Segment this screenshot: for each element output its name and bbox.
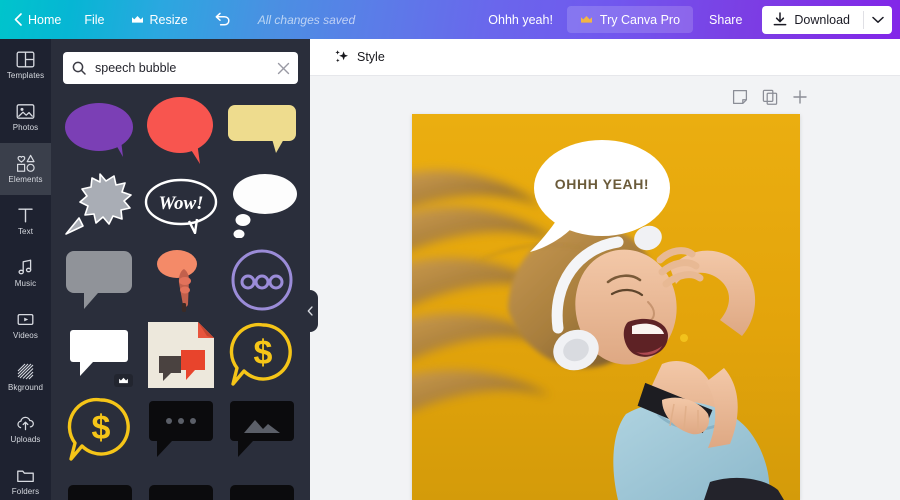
element-wow-outline-speech-bubble[interactable]: Wow! xyxy=(143,170,219,239)
element-label: Wow! xyxy=(158,193,203,214)
element-white-thought-cloud-bubble[interactable] xyxy=(225,170,299,239)
undo-button[interactable] xyxy=(201,0,244,39)
sidebar-item-templates[interactable]: Templates xyxy=(0,39,51,91)
folders-icon xyxy=(16,466,35,485)
element-black-partial-bubble-b[interactable] xyxy=(143,470,219,500)
duplicate-page-icon[interactable] xyxy=(762,89,778,105)
elements-icon xyxy=(16,154,36,173)
sidebar-item-label: Templates xyxy=(6,71,45,80)
top-toolbar-right: Ohhh yeah! Try Canva Pro Share Download xyxy=(474,0,900,39)
download-group: Download xyxy=(762,5,892,34)
crown-icon xyxy=(580,15,593,25)
sidebar-item-videos[interactable]: Videos xyxy=(0,299,51,351)
photos-icon xyxy=(16,102,35,121)
text-icon xyxy=(16,206,35,225)
element-red-round-speech-bubble[interactable] xyxy=(143,95,219,164)
templates-icon xyxy=(16,50,35,69)
style-button[interactable]: Style xyxy=(328,45,391,69)
download-label: Download xyxy=(794,12,850,27)
search-area xyxy=(51,39,310,93)
chevron-left-icon xyxy=(14,13,22,26)
try-canva-pro-label: Try Canva Pro xyxy=(599,12,681,27)
style-toolbar: Style xyxy=(310,39,900,76)
crown-icon xyxy=(119,377,128,383)
left-rail: Templates Photos Elements Text Music Vid… xyxy=(0,39,51,500)
element-gray-starburst-speech-bubble[interactable] xyxy=(63,170,137,239)
element-purple-circle-three-dots-bubble[interactable] xyxy=(225,245,299,314)
sidebar-item-uploads[interactable]: Uploads xyxy=(0,403,51,455)
element-purple-oval-speech-bubble[interactable] xyxy=(63,95,137,164)
sidebar-item-photos[interactable]: Photos xyxy=(0,91,51,143)
background-icon xyxy=(16,362,35,381)
top-toolbar: Home File Resize All changes saved Ohhh … xyxy=(0,0,900,39)
element-yellow-dollar-filled-bubble[interactable]: $ xyxy=(63,395,137,464)
canvas-page-tools xyxy=(732,89,808,105)
style-label: Style xyxy=(357,50,385,64)
videos-icon xyxy=(16,310,35,329)
sidebar-item-label: Photos xyxy=(12,123,39,132)
element-orange-figure-speech-bubble[interactable] xyxy=(143,245,219,314)
canva-editor: Home File Resize All changes saved Ohhh … xyxy=(0,0,900,500)
home-label: Home xyxy=(28,12,62,27)
element-black-image-bubble[interactable] xyxy=(225,395,299,464)
search-input[interactable] xyxy=(63,52,298,84)
crown-icon xyxy=(131,15,144,25)
elements-panel: Wow! xyxy=(51,39,310,500)
element-black-partial-bubble-c[interactable] xyxy=(225,470,299,500)
resize-button[interactable]: Resize xyxy=(118,0,201,39)
share-label: Share xyxy=(709,12,743,27)
sidebar-item-music[interactable]: Music xyxy=(0,247,51,299)
sidebar-item-background[interactable]: Bkground xyxy=(0,351,51,403)
sidebar-item-label: Music xyxy=(14,279,37,288)
sparkle-icon xyxy=(334,49,350,65)
share-button[interactable]: Share xyxy=(693,0,758,39)
resize-label: Resize xyxy=(149,12,188,27)
sidebar-item-label: Videos xyxy=(13,331,38,340)
download-options-button[interactable] xyxy=(864,6,892,34)
download-icon xyxy=(773,12,787,27)
sidebar-item-label: Elements xyxy=(8,175,43,184)
canvas-photo: OHHH YEAH! xyxy=(412,114,800,500)
canvas-bubble-text: OHHH YEAH! xyxy=(554,176,650,192)
try-canva-pro-button[interactable]: Try Canva Pro xyxy=(566,6,694,33)
element-black-partial-bubble-a[interactable] xyxy=(63,470,137,500)
element-yellow-dollar-outline-bubble[interactable]: $ xyxy=(225,320,299,389)
element-yellow-rounded-rect-speech-bubble[interactable] xyxy=(225,95,299,164)
notes-icon[interactable] xyxy=(732,89,748,105)
top-toolbar-left: Home File Resize All changes saved xyxy=(0,0,365,39)
sidebar-item-folders[interactable]: Folders xyxy=(0,455,51,500)
home-button[interactable]: Home xyxy=(0,0,71,39)
file-menu-button[interactable]: File xyxy=(71,0,117,39)
document-title[interactable]: Ohhh yeah! xyxy=(474,13,567,27)
sidebar-item-label: Uploads xyxy=(10,435,41,444)
chevron-down-icon xyxy=(872,16,884,24)
chevron-left-icon xyxy=(307,306,313,316)
editor-main: Style OHHH YEAH! xyxy=(310,39,900,500)
sidebar-item-label: Bkground xyxy=(7,383,44,392)
sidebar-item-label: Folders xyxy=(11,487,40,496)
sidebar-item-label: Text xyxy=(17,227,34,236)
search-icon xyxy=(72,61,86,75)
close-icon[interactable] xyxy=(277,62,290,75)
svg-text:$: $ xyxy=(92,409,111,447)
add-page-icon[interactable] xyxy=(792,89,808,105)
undo-icon xyxy=(214,12,231,27)
search-box[interactable] xyxy=(63,52,298,84)
sidebar-item-text[interactable]: Text xyxy=(0,195,51,247)
download-button[interactable]: Download xyxy=(762,6,863,34)
pro-badge xyxy=(114,374,133,387)
svg-text:$: $ xyxy=(254,334,273,372)
panel-collapse-button[interactable] xyxy=(302,290,318,332)
file-label: File xyxy=(84,12,105,27)
uploads-icon xyxy=(16,414,35,433)
music-icon xyxy=(16,258,35,277)
element-black-three-dots-bubble[interactable] xyxy=(143,395,219,464)
element-gray-square-speech-bubble[interactable] xyxy=(63,245,137,314)
save-status: All changes saved xyxy=(257,12,356,27)
canvas-page[interactable]: OHHH YEAH! xyxy=(412,114,800,500)
element-beige-card-two-bubbles[interactable] xyxy=(143,320,219,389)
element-results-grid: Wow! $ $ xyxy=(51,93,310,500)
sidebar-item-elements[interactable]: Elements xyxy=(0,143,51,195)
element-white-speech-bubble-pro[interactable] xyxy=(63,320,137,389)
